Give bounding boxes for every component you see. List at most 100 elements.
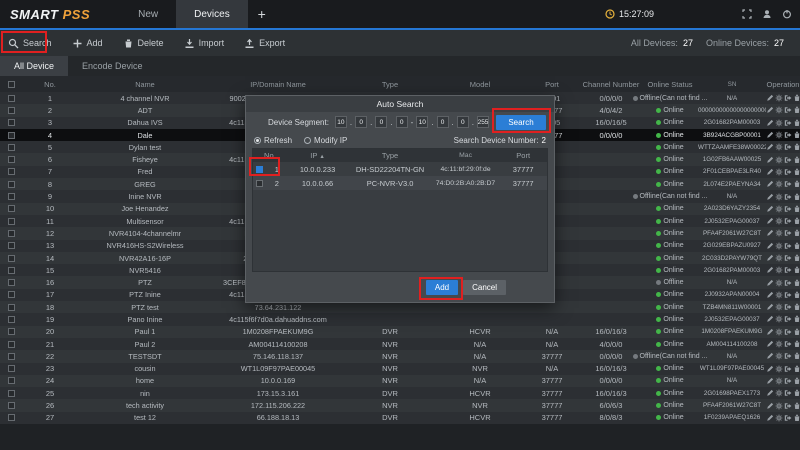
header-no[interactable]: No. [22, 80, 78, 89]
delete-icon[interactable] [793, 254, 800, 262]
result-header-ip[interactable]: IP▲ [287, 151, 349, 160]
row-checkbox[interactable] [8, 279, 15, 286]
edit-icon[interactable] [766, 106, 774, 114]
row-checkbox[interactable] [8, 377, 15, 384]
row-checkbox[interactable] [8, 242, 15, 249]
table-row[interactable]: 22 TESTSDT 75.146.118.137 NVR N/A 37777 … [0, 350, 800, 362]
search-result-row[interactable]: 2 10.0.0.66 PC-NVR-V3.0 74:D0:2B:A0:2B:D… [253, 176, 547, 190]
result-checkbox[interactable] [256, 180, 263, 187]
edit-icon[interactable] [766, 254, 774, 262]
import-button[interactable]: Import [184, 38, 225, 49]
header-ip[interactable]: IP/Domain Name [212, 80, 344, 89]
delete-icon[interactable] [793, 131, 800, 139]
segment-from-octet-4[interactable]: 0 [396, 116, 408, 128]
logout-icon[interactable] [784, 414, 792, 422]
logout-icon[interactable] [784, 229, 792, 237]
export-button[interactable]: Export [244, 38, 285, 49]
row-checkbox[interactable] [8, 119, 15, 126]
logout-icon[interactable] [784, 279, 792, 287]
edit-icon[interactable] [766, 365, 774, 373]
settings-icon[interactable] [775, 377, 783, 385]
settings-icon[interactable] [775, 365, 783, 373]
row-checkbox[interactable] [8, 353, 15, 360]
edit-icon[interactable] [766, 168, 774, 176]
settings-icon[interactable] [775, 291, 783, 299]
delete-icon[interactable] [793, 303, 800, 311]
edit-icon[interactable] [766, 266, 774, 274]
logout-icon[interactable] [784, 328, 792, 336]
edit-icon[interactable] [766, 279, 774, 287]
refresh-option[interactable]: Refresh [254, 136, 292, 145]
logout-icon[interactable] [784, 389, 792, 397]
result-header-no[interactable]: No. [253, 151, 287, 160]
logout-icon[interactable] [784, 402, 792, 410]
tab-all-device[interactable]: All Device [0, 56, 68, 76]
delete-icon[interactable] [793, 328, 800, 336]
edit-icon[interactable] [766, 291, 774, 299]
row-checkbox[interactable] [8, 328, 15, 335]
segment-from-octet-2[interactable]: 0 [355, 116, 367, 128]
edit-icon[interactable] [766, 242, 774, 250]
delete-icon[interactable] [793, 402, 800, 410]
settings-icon[interactable] [775, 205, 783, 213]
delete-icon[interactable] [793, 106, 800, 114]
delete-icon[interactable] [793, 377, 800, 385]
edit-icon[interactable] [766, 303, 774, 311]
edit-icon[interactable] [766, 143, 774, 151]
row-checkbox[interactable] [8, 168, 15, 175]
row-checkbox[interactable] [8, 255, 15, 262]
logout-icon[interactable] [784, 156, 792, 164]
row-checkbox[interactable] [8, 132, 15, 139]
search-result-row[interactable]: 1 10.0.0.233 DH-SD22204TN-GN 4c:11:bf:29… [253, 162, 547, 176]
row-checkbox[interactable] [8, 291, 15, 298]
logout-icon[interactable] [784, 291, 792, 299]
header-type[interactable]: Type [344, 80, 436, 89]
edit-icon[interactable] [766, 377, 774, 385]
settings-icon[interactable] [775, 143, 783, 151]
row-checkbox[interactable] [8, 365, 15, 372]
edit-icon[interactable] [766, 414, 774, 422]
logout-icon[interactable] [784, 254, 792, 262]
logout-icon[interactable] [784, 242, 792, 250]
edit-icon[interactable] [766, 389, 774, 397]
row-checkbox[interactable] [8, 95, 15, 102]
logout-icon[interactable] [784, 217, 792, 225]
settings-icon[interactable] [775, 131, 783, 139]
row-checkbox[interactable] [8, 267, 15, 274]
row-checkbox[interactable] [8, 304, 15, 311]
row-checkbox[interactable] [8, 390, 15, 397]
row-checkbox[interactable] [8, 218, 15, 225]
dialog-add-button[interactable]: Add [426, 280, 458, 295]
edit-icon[interactable] [766, 205, 774, 213]
settings-icon[interactable] [775, 242, 783, 250]
table-row[interactable]: 23 cousin WT1L09F97PAE00045 NVR NVR N/A … [0, 363, 800, 375]
settings-icon[interactable] [775, 119, 783, 127]
settings-icon[interactable] [775, 414, 783, 422]
settings-icon[interactable] [775, 402, 783, 410]
delete-icon[interactable] [793, 193, 800, 201]
dialog-search-button[interactable]: Search [496, 115, 546, 130]
header-name[interactable]: Name [78, 80, 212, 89]
row-checkbox[interactable] [8, 205, 15, 212]
modify-ip-option[interactable]: Modify IP [304, 136, 347, 145]
delete-icon[interactable] [793, 340, 800, 348]
logout-icon[interactable] [784, 205, 792, 213]
logout-icon[interactable] [784, 143, 792, 151]
delete-icon[interactable] [793, 205, 800, 213]
select-all-checkbox[interactable] [8, 81, 15, 88]
delete-icon[interactable] [793, 352, 800, 360]
settings-icon[interactable] [775, 266, 783, 274]
logout-icon[interactable] [784, 180, 792, 188]
segment-from-octet-1[interactable]: 10 [335, 116, 347, 128]
logout-icon[interactable] [784, 131, 792, 139]
logout-icon[interactable] [784, 266, 792, 274]
table-row[interactable]: 21 Paul 2 AM004114100208 NVR N/A N/A 4/0… [0, 338, 800, 350]
settings-icon[interactable] [775, 193, 783, 201]
table-row[interactable]: 24 home 10.0.0.169 NVR N/A 37777 0/0/0/0… [0, 375, 800, 387]
delete-button[interactable]: Delete [123, 38, 164, 49]
segment-from-octet-3[interactable]: 0 [375, 116, 387, 128]
logout-icon[interactable] [784, 352, 792, 360]
table-row[interactable]: 19 Pano Inine 4c115f6f7d0a.dahuaddns.com… [0, 313, 800, 325]
edit-icon[interactable] [766, 131, 774, 139]
row-checkbox[interactable] [8, 341, 15, 348]
